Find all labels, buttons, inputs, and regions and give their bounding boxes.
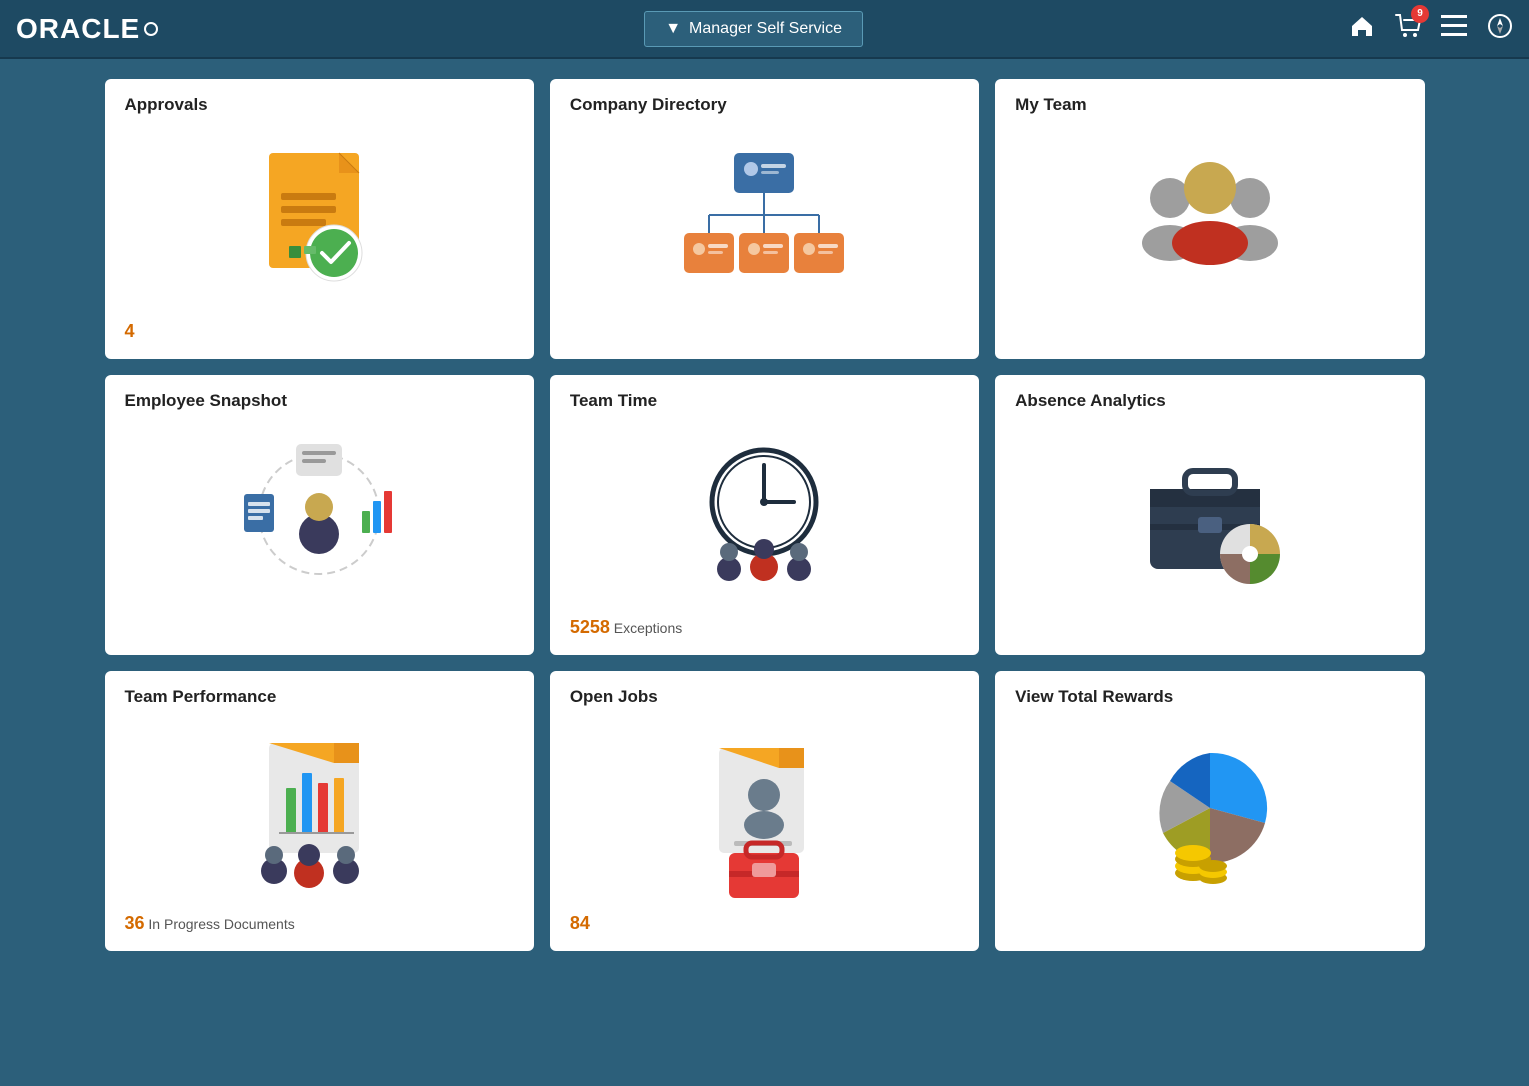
cart-icon[interactable]: 9 bbox=[1395, 13, 1421, 45]
tile-view-total-rewards-icon bbox=[1015, 715, 1404, 905]
tile-employee-snapshot-footer bbox=[125, 617, 514, 639]
tile-my-team[interactable]: My Team bbox=[995, 79, 1424, 359]
tile-approvals-footer: 4 bbox=[125, 321, 514, 343]
header: ORACLE ▼ Manager Self Service 9 bbox=[0, 0, 1529, 59]
tile-team-performance-footer: 36 In Progress Documents bbox=[125, 913, 514, 935]
tile-view-total-rewards[interactable]: View Total Rewards bbox=[995, 671, 1424, 951]
tile-team-performance-title: Team Performance bbox=[125, 687, 514, 707]
tile-approvals-icon bbox=[125, 123, 514, 313]
oracle-wordmark: ORACLE bbox=[16, 13, 140, 45]
tile-company-directory-footer bbox=[570, 321, 959, 343]
tile-team-performance[interactable]: Team Performance bbox=[105, 671, 534, 951]
nav-arrow-icon: ▼ bbox=[665, 20, 681, 38]
tile-open-jobs-count: 84 bbox=[570, 913, 590, 933]
tile-open-jobs-footer: 84 bbox=[570, 913, 959, 935]
nav-title-button[interactable]: ▼ Manager Self Service bbox=[644, 11, 863, 47]
nav-title-label: Manager Self Service bbox=[689, 20, 842, 38]
tile-view-total-rewards-title: View Total Rewards bbox=[1015, 687, 1404, 707]
tile-my-team-footer bbox=[1015, 321, 1404, 343]
tile-view-total-rewards-footer bbox=[1015, 913, 1404, 935]
tile-team-time-count: 5258 bbox=[570, 617, 610, 637]
tile-team-time[interactable]: Team Time bbox=[550, 375, 979, 655]
tile-absence-analytics[interactable]: Absence Analytics bbox=[995, 375, 1424, 655]
oracle-logo: ORACLE bbox=[16, 13, 158, 45]
tile-team-time-label: Exceptions bbox=[614, 620, 682, 636]
tile-team-time-icon bbox=[570, 419, 959, 609]
tile-my-team-title: My Team bbox=[1015, 95, 1404, 115]
tile-team-time-footer: 5258 Exceptions bbox=[570, 617, 959, 639]
tile-employee-snapshot-title: Employee Snapshot bbox=[125, 391, 514, 411]
home-icon[interactable] bbox=[1349, 13, 1375, 45]
tile-open-jobs-icon bbox=[570, 715, 959, 905]
menu-icon[interactable] bbox=[1441, 15, 1467, 43]
tile-employee-snapshot-icon bbox=[125, 419, 514, 609]
tile-company-directory-title: Company Directory bbox=[570, 95, 959, 115]
tile-absence-analytics-title: Absence Analytics bbox=[1015, 391, 1404, 411]
header-icons: 9 bbox=[1349, 13, 1513, 45]
nav-title-area: ▼ Manager Self Service bbox=[644, 11, 863, 47]
tile-team-performance-icon bbox=[125, 715, 514, 905]
tile-approvals-title: Approvals bbox=[125, 95, 514, 115]
tile-approvals-count: 4 bbox=[125, 321, 135, 341]
tile-absence-analytics-footer bbox=[1015, 617, 1404, 639]
cart-badge: 9 bbox=[1411, 5, 1429, 23]
tile-my-team-icon bbox=[1015, 123, 1404, 313]
compass-icon[interactable] bbox=[1487, 13, 1513, 45]
tile-absence-analytics-icon bbox=[1015, 419, 1404, 609]
tile-open-jobs[interactable]: Open Jobs bbox=[550, 671, 979, 951]
tile-open-jobs-title: Open Jobs bbox=[570, 687, 959, 707]
tile-team-time-title: Team Time bbox=[570, 391, 959, 411]
tile-team-performance-label: In Progress Documents bbox=[148, 916, 294, 932]
tile-company-directory[interactable]: Company Directory bbox=[550, 79, 979, 359]
tile-approvals[interactable]: Approvals 4 bbox=[105, 79, 534, 359]
dashboard-grid: Approvals 4 bbox=[65, 59, 1465, 971]
oracle-circle-icon bbox=[144, 22, 158, 36]
tile-team-performance-count: 36 bbox=[125, 913, 145, 933]
tile-company-directory-icon bbox=[570, 123, 959, 313]
tile-employee-snapshot[interactable]: Employee Snapshot bbox=[105, 375, 534, 655]
